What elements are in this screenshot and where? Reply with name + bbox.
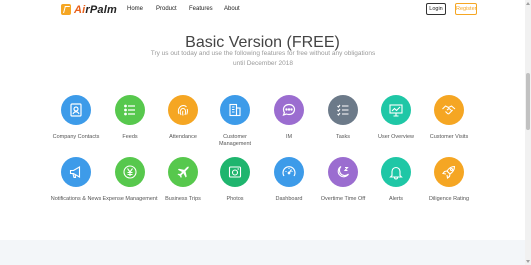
handshake-icon [434, 95, 464, 125]
feature-customer-management[interactable]: Customer Management [207, 95, 263, 148]
feature-business-trips[interactable]: Business Trips [155, 157, 211, 203]
presentation-icon [381, 95, 411, 125]
site-header: AirPalm Home Product Features About Logi… [0, 0, 525, 19]
moon-icon [328, 157, 358, 187]
feature-diligence-rating[interactable]: Diligence Rating [421, 157, 477, 203]
airpalm-logo[interactable]: AirPalm [61, 3, 117, 16]
feature-user-overview[interactable]: User Overview [368, 95, 424, 141]
contacts-icon [61, 95, 91, 125]
feature-tasks[interactable]: Tasks [315, 95, 371, 141]
megaphone-icon [61, 157, 91, 187]
feature-dashboard[interactable]: Dashboard [261, 157, 317, 203]
tasks-icon [328, 95, 358, 125]
nav-features[interactable]: Features [189, 6, 213, 12]
feature-alerts[interactable]: Alerts [368, 157, 424, 203]
scroll-up-arrow-icon[interactable] [526, 2, 530, 5]
footer-section [0, 240, 525, 265]
logo-text: AirPalm [74, 3, 117, 16]
feature-customer-visits[interactable]: Customer Visits [421, 95, 477, 141]
building-icon [220, 95, 250, 125]
feature-feeds[interactable]: Feeds [102, 95, 158, 141]
nav-product[interactable]: Product [156, 6, 177, 12]
camera-icon [220, 157, 250, 187]
page-subtitle: Try us out today and use the following f… [150, 50, 376, 67]
feeds-icon [115, 95, 145, 125]
feature-im[interactable]: IM [261, 95, 317, 141]
yen-icon [115, 157, 145, 187]
register-button[interactable]: Register [455, 3, 477, 15]
scroll-down-arrow-icon[interactable] [526, 260, 530, 263]
airplane-icon [168, 157, 198, 187]
feature-attendance[interactable]: Attendance [155, 95, 211, 141]
fingerprint-icon [168, 95, 198, 125]
scrollbar-thumb[interactable] [526, 73, 530, 130]
nav-about[interactable]: About [224, 6, 240, 12]
feature-photos[interactable]: Photos [207, 157, 263, 203]
gauge-icon [274, 157, 304, 187]
login-button[interactable]: Login [426, 3, 446, 15]
feature-overtime-time-off[interactable]: Overtime Time Off [315, 157, 371, 203]
nav-home[interactable]: Home [127, 6, 143, 12]
feature-expense-management[interactable]: Expense Management [102, 157, 158, 203]
feature-notifications-news[interactable]: Notifications & News [48, 157, 104, 203]
bell-icon [381, 157, 411, 187]
rocket-icon [434, 157, 464, 187]
chat-icon [274, 95, 304, 125]
page-scrollbar[interactable] [525, 0, 531, 265]
logo-mark-icon [61, 4, 71, 15]
feature-company-contacts[interactable]: Company Contacts [48, 95, 104, 141]
